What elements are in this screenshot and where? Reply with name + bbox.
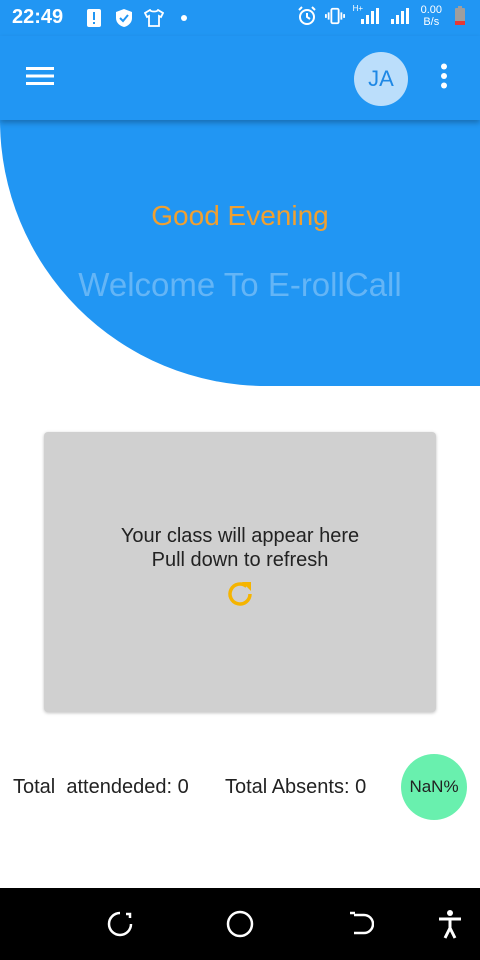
hero-banner <box>0 120 480 386</box>
net-speed: 0.00 B/s <box>421 4 442 28</box>
status-system-icons: H+ 0.00 B/s <box>297 4 470 28</box>
vibrate-icon <box>324 6 345 26</box>
accessibility-button[interactable] <box>430 906 470 946</box>
net-speed-value: 0.00 <box>420 4 442 16</box>
status-bar: 22:49 H+ 0.00 B/s <box>0 0 480 36</box>
battery-icon <box>450 6 470 26</box>
class-card-message: Your class will appear here Pull down to… <box>44 524 436 572</box>
hamburger-menu-icon <box>26 66 54 91</box>
class-card-line1: Your class will appear here <box>120 525 360 547</box>
menu-button[interactable] <box>20 58 60 98</box>
refresh-icon <box>224 578 256 615</box>
app-bar: JA <box>0 36 480 120</box>
class-card-line2: Pull down to refresh <box>151 549 329 571</box>
status-time: 22:49 <box>12 6 64 28</box>
accessibility-icon <box>437 909 463 944</box>
total-absents-label: Total Absents: 0 <box>225 776 367 798</box>
class-card[interactable]: Your class will appear here Pull down to… <box>44 432 436 712</box>
system-nav-bar <box>0 888 480 960</box>
welcome-text: Welcome To E-rollCall <box>78 266 402 303</box>
attendance-percentage: NaN% <box>409 777 459 796</box>
net-speed-unit: B/s <box>423 16 440 28</box>
avatar[interactable]: JA <box>354 52 408 106</box>
signal-icon: H+ <box>352 4 381 26</box>
more-options-button[interactable] <box>428 58 460 98</box>
avatar-initials: JA <box>368 66 394 91</box>
more-vert-icon <box>440 63 448 94</box>
alarm-icon <box>297 6 317 26</box>
shield-icon <box>114 8 134 28</box>
greeting-text: Good Evening <box>151 200 329 231</box>
alert-icon <box>84 8 104 28</box>
refresh-button[interactable] <box>222 578 258 614</box>
attendance-percentage-badge: NaN% <box>401 754 467 820</box>
network-type: H+ <box>352 4 364 13</box>
recents-icon <box>106 910 134 943</box>
dot-icon <box>174 8 194 28</box>
total-attended-label: Total attendeded: 0 <box>13 776 189 798</box>
signal-icon <box>389 6 413 26</box>
status-notifications <box>84 8 194 28</box>
back-button[interactable] <box>340 906 380 946</box>
recents-button[interactable] <box>100 906 140 946</box>
back-icon <box>346 910 375 943</box>
home-icon <box>225 909 255 944</box>
shirt-icon <box>144 8 164 28</box>
home-button[interactable] <box>220 906 260 946</box>
